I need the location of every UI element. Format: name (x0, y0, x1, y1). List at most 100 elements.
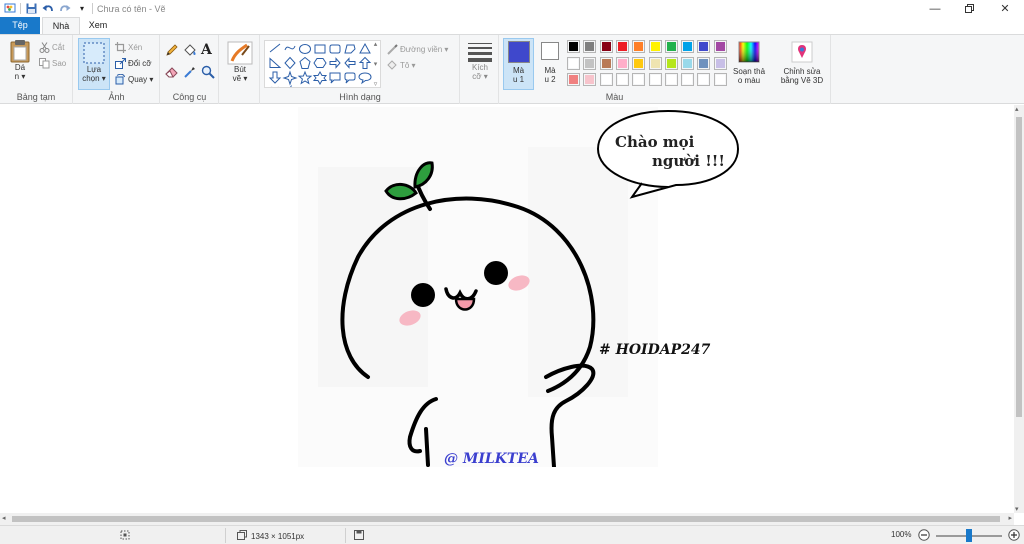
shape-line-icon[interactable] (269, 43, 281, 53)
palette-swatch[interactable] (632, 56, 646, 70)
pencil-icon[interactable] (165, 43, 179, 59)
palette-swatch[interactable] (615, 40, 629, 53)
scroll-left-arrow-icon[interactable]: ◂ (2, 514, 6, 522)
close-button[interactable]: ✕ (988, 0, 1022, 17)
rotate-button[interactable]: Quay ▾ (114, 73, 153, 85)
shape-rtriangle-icon[interactable] (269, 57, 282, 68)
palette-swatch[interactable] (648, 40, 662, 53)
palette-swatch[interactable] (681, 40, 695, 53)
fill-shape-button[interactable]: Tô ▾ (386, 59, 416, 71)
shape-star5-icon[interactable] (297, 70, 313, 85)
scroll-up-arrow-icon[interactable]: ▴ (1015, 105, 1019, 113)
zoom-slider-thumb[interactable] (966, 529, 972, 542)
palette-swatch[interactable] (599, 73, 613, 86)
palette-swatch[interactable] (583, 40, 597, 53)
color-picker-icon[interactable] (183, 65, 197, 81)
shape-star4-icon[interactable] (282, 70, 298, 86)
shapes-scroll[interactable]: ▴ ▾ ▿ (370, 40, 381, 88)
shape-curve-icon[interactable] (284, 45, 296, 51)
palette-swatch[interactable] (664, 56, 678, 70)
shape-polygon-icon[interactable] (344, 44, 356, 54)
magnifier-icon[interactable] (201, 65, 215, 81)
restore-button[interactable] (952, 0, 986, 17)
zoom-slider[interactable] (936, 529, 1002, 542)
gallery-expand-icon[interactable]: ▿ (374, 80, 378, 88)
shape-oval-icon[interactable] (299, 44, 311, 54)
shape-pentagon-icon[interactable] (299, 56, 311, 69)
palette-swatch[interactable] (599, 40, 613, 53)
shape-triangle-icon[interactable] (359, 42, 371, 54)
shape-arrowD-icon[interactable] (268, 71, 282, 84)
palette-swatch[interactable] (567, 56, 580, 70)
palette-swatch[interactable] (681, 56, 695, 70)
palette-swatch[interactable] (615, 73, 629, 86)
scroll-down-icon[interactable]: ▾ (374, 60, 378, 68)
vertical-scrollbar[interactable]: ▴ ▾ (1014, 105, 1024, 513)
paste-button[interactable]: Dá n ▾ (6, 39, 34, 81)
palette-swatch[interactable] (681, 73, 695, 86)
minimize-button[interactable]: — (918, 0, 952, 17)
shape-arrowR-icon[interactable] (329, 57, 341, 69)
palette-swatch[interactable] (713, 40, 727, 53)
outline-button[interactable]: Đường viền ▾ (386, 43, 448, 55)
crop-button[interactable]: Xén (114, 41, 142, 53)
palette-swatch[interactable] (567, 73, 580, 86)
text-icon[interactable]: A (201, 42, 212, 58)
shape-callout1-icon[interactable] (329, 72, 341, 84)
palette-swatch[interactable] (697, 73, 711, 86)
scroll-up-icon[interactable]: ▴ (374, 40, 378, 48)
scroll-right-arrow-icon[interactable]: ▸ (1008, 514, 1012, 522)
horizontal-scrollbar[interactable]: ◂ ▸ (0, 513, 1014, 525)
title-bar: ▾ Chưa có tên - Vẽ — ✕ (0, 0, 1024, 17)
color-1-button[interactable]: Mà u 1 (503, 38, 534, 90)
brushes-button[interactable]: Bút vẽ ▾ (224, 41, 256, 83)
select-button[interactable]: Lựa chọn ▾ (78, 38, 110, 90)
shape-arrowL-icon[interactable] (344, 57, 356, 69)
shape-diamond-icon[interactable] (284, 56, 296, 70)
shape-bolt-icon[interactable] (284, 84, 296, 99)
palette-swatch[interactable] (567, 40, 580, 53)
copy-button[interactable]: Sao (38, 57, 66, 69)
palette-swatch[interactable] (664, 40, 678, 53)
palette-swatch[interactable] (713, 73, 727, 86)
resize-button[interactable]: Đổi cỡ (114, 57, 151, 69)
color-2-button[interactable]: Mà u 2 (537, 41, 563, 84)
palette-swatch[interactable] (648, 56, 662, 70)
zoom-in-button[interactable] (1008, 529, 1020, 541)
tab-view[interactable]: Xem (80, 17, 116, 34)
image-size-icon (237, 530, 247, 542)
palette-swatch[interactable] (632, 73, 646, 86)
shape-callout2-icon[interactable] (344, 72, 356, 84)
cut-button[interactable]: Cắt (38, 41, 64, 53)
palette-swatch[interactable] (632, 40, 646, 53)
redo-icon[interactable] (58, 3, 72, 15)
eraser-icon[interactable] (165, 65, 179, 81)
palette-swatch[interactable] (583, 73, 597, 86)
shape-arrowU-icon[interactable] (358, 56, 372, 69)
shape-roundrect-icon[interactable] (329, 44, 341, 54)
palette-swatch[interactable] (713, 56, 727, 70)
palette-swatch[interactable] (599, 56, 613, 70)
shape-hexagon-icon[interactable] (313, 58, 327, 68)
tab-home[interactable]: Nhà (42, 17, 80, 34)
tab-file[interactable]: Tệp (0, 17, 40, 34)
palette-swatch[interactable] (664, 73, 678, 86)
zoom-out-button[interactable] (918, 529, 930, 541)
undo-icon[interactable] (41, 3, 55, 15)
size-button[interactable]: Kích cỡ ▾ (465, 41, 495, 81)
vertical-scroll-thumb[interactable] (1016, 117, 1022, 417)
paint-3d-button[interactable]: Chỉnh sửa bằng Vẽ 3D (776, 41, 828, 85)
customize-icon[interactable]: ▾ (75, 3, 89, 15)
save-icon[interactable] (24, 3, 38, 15)
shape-rect-icon[interactable] (314, 44, 326, 54)
palette-swatch[interactable] (583, 56, 597, 70)
fill-icon[interactable] (183, 43, 197, 59)
shape-star6-icon[interactable] (312, 70, 328, 86)
horizontal-scroll-thumb[interactable] (12, 516, 1000, 522)
palette-swatch[interactable] (648, 73, 662, 86)
palette-swatch[interactable] (697, 56, 711, 70)
edit-colors-button[interactable]: Soạn thả o màu (729, 41, 769, 85)
scroll-down-arrow-icon[interactable]: ▾ (1015, 505, 1019, 513)
palette-swatch[interactable] (697, 40, 711, 53)
palette-swatch[interactable] (615, 56, 629, 70)
